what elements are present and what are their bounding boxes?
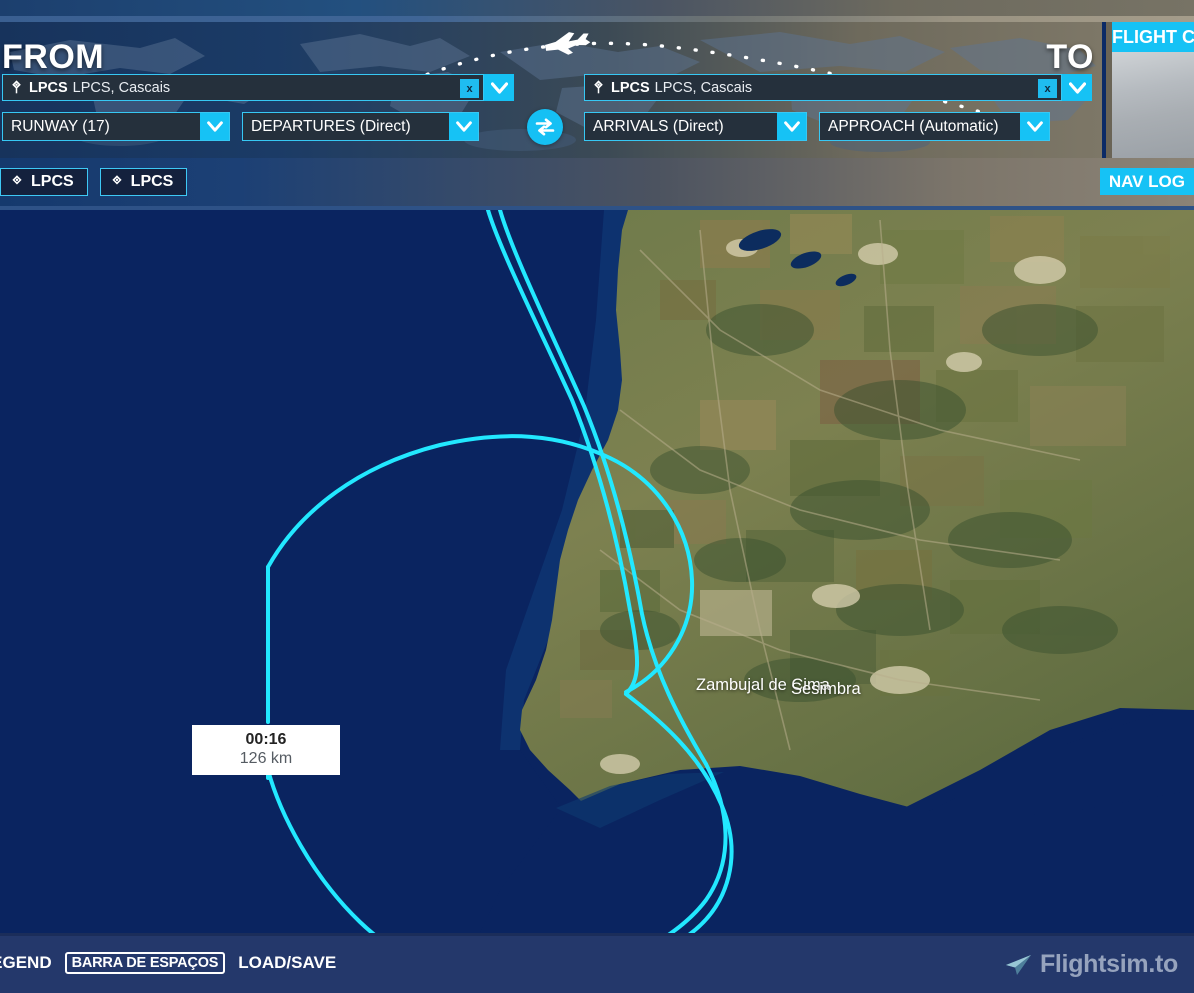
- top-gradient-strip: [0, 0, 1194, 16]
- to-airport-code: LPCS: [611, 79, 650, 96]
- paper-plane-icon: [1005, 954, 1031, 975]
- swap-arrows-icon: [535, 118, 555, 136]
- runway-select-dropdown-button[interactable]: [200, 113, 229, 140]
- tab-label: LPCS: [130, 173, 174, 190]
- nav-log-button[interactable]: NAV LOG: [1099, 168, 1194, 195]
- departures-select-dropdown-button[interactable]: [449, 113, 478, 140]
- flight-conditions-panel[interactable]: FLIGHT CO: [1106, 22, 1194, 158]
- swap-from-to-button[interactable]: [527, 109, 563, 145]
- flight-conditions-title: FLIGHT CO: [1106, 22, 1194, 52]
- from-selectors-row: RUNWAY (17) DEPARTURES (Direct): [2, 112, 479, 141]
- route-summary-label: 00:16 126 km: [192, 725, 340, 775]
- chevron-down-icon: [206, 121, 223, 132]
- to-label: TO: [1046, 38, 1094, 76]
- tab-label: LPCS: [31, 173, 74, 190]
- to-airport-dropdown-button[interactable]: [1062, 74, 1092, 101]
- route-distance: 126 km: [239, 749, 293, 767]
- bottom-action-bar: W LEGEND BARRA DE ESPAÇOS LOAD/SAVE Flig…: [0, 933, 1194, 993]
- waypoint-diamond-icon: [12, 175, 22, 185]
- bottom-bar-actions: W LEGEND BARRA DE ESPAÇOS LOAD/SAVE: [0, 952, 336, 974]
- approach-select-value: APPROACH (Automatic): [828, 117, 999, 135]
- waypoint-diamond-icon: [112, 175, 122, 185]
- brand-name: Flightsim.to: [1039, 950, 1178, 978]
- to-airport-input[interactable]: LPCS LPCS, Cascais x: [584, 74, 1062, 101]
- departures-select[interactable]: DEPARTURES (Direct): [242, 112, 479, 141]
- from-label: FROM: [2, 38, 105, 76]
- map-place-label: Sesimbra: [791, 680, 861, 698]
- from-panel: FROM LPCS LPCS, Cascais x RUNWAY (17) DE…: [0, 22, 520, 158]
- to-airport-name: LPCS, Cascais: [654, 79, 753, 96]
- runway-select-value: RUNWAY (17): [11, 117, 110, 135]
- to-selectors-row: ARRIVALS (Direct) APPROACH (Automatic): [584, 112, 1050, 141]
- from-airport-row: LPCS LPCS, Cascais x: [2, 74, 514, 101]
- waypoint-diamond-icon: [594, 80, 603, 94]
- flight-planner-screen: FROM LPCS LPCS, Cascais x RUNWAY (17) DE…: [0, 0, 1194, 993]
- load-save-action[interactable]: LOAD/SAVE: [238, 953, 336, 973]
- chevron-down-icon: [455, 121, 472, 132]
- arrivals-select[interactable]: ARRIVALS (Direct): [584, 112, 807, 141]
- sidebar-item-lpcs-departure[interactable]: LPCS: [0, 168, 88, 196]
- spacebar-keycap: BARRA DE ESPAÇOS: [64, 952, 226, 974]
- chevron-down-icon: [1026, 121, 1043, 132]
- sidebar-item-lpcs-arrival[interactable]: LPCS: [99, 168, 188, 196]
- to-airport-row: LPCS LPCS, Cascais x: [584, 74, 1092, 101]
- from-airport-dropdown-button[interactable]: [484, 74, 514, 101]
- from-airport-input[interactable]: LPCS LPCS, Cascais x: [2, 74, 484, 101]
- flight-conditions-edge: [1106, 22, 1112, 158]
- waypoint-tabs: LPCS LPCS: [0, 168, 188, 196]
- approach-select-dropdown-button[interactable]: [1020, 113, 1049, 140]
- runway-select[interactable]: RUNWAY (17): [2, 112, 230, 141]
- chevron-down-icon: [490, 81, 508, 94]
- route-header-panel: FROM LPCS LPCS, Cascais x RUNWAY (17) DE…: [0, 22, 1102, 158]
- departures-select-value: DEPARTURES (Direct): [251, 117, 411, 135]
- flight-conditions-weather-image: [1106, 52, 1194, 158]
- flight-map[interactable]: 00:16 126 km Zambujal de Cima Sesimbra C…: [0, 210, 1194, 933]
- approach-select[interactable]: APPROACH (Automatic): [819, 112, 1050, 141]
- to-clear-button[interactable]: x: [1038, 79, 1057, 98]
- from-airport-name: LPCS, Cascais: [72, 79, 171, 96]
- flightsim-brand: Flightsim.to: [1004, 950, 1178, 979]
- route-time: 00:16: [245, 731, 287, 748]
- show-legend-action[interactable]: W LEGEND: [0, 953, 52, 973]
- to-panel: TO LPCS LPCS, Cascais x ARRIVALS (Direct…: [576, 22, 1102, 158]
- waypoint-diamond-icon: [12, 80, 21, 94]
- chevron-down-icon: [1068, 81, 1086, 94]
- from-airport-code: LPCS: [29, 79, 68, 96]
- bottom-bar-divider: [0, 933, 1194, 936]
- arrivals-select-value: ARRIVALS (Direct): [593, 117, 724, 135]
- waypoint-tabbar: LPCS LPCS NAV LOG: [0, 158, 1194, 210]
- from-clear-button[interactable]: x: [460, 79, 479, 98]
- arrivals-select-dropdown-button[interactable]: [777, 113, 806, 140]
- map-terrain: [0, 210, 1194, 933]
- chevron-down-icon: [783, 121, 800, 132]
